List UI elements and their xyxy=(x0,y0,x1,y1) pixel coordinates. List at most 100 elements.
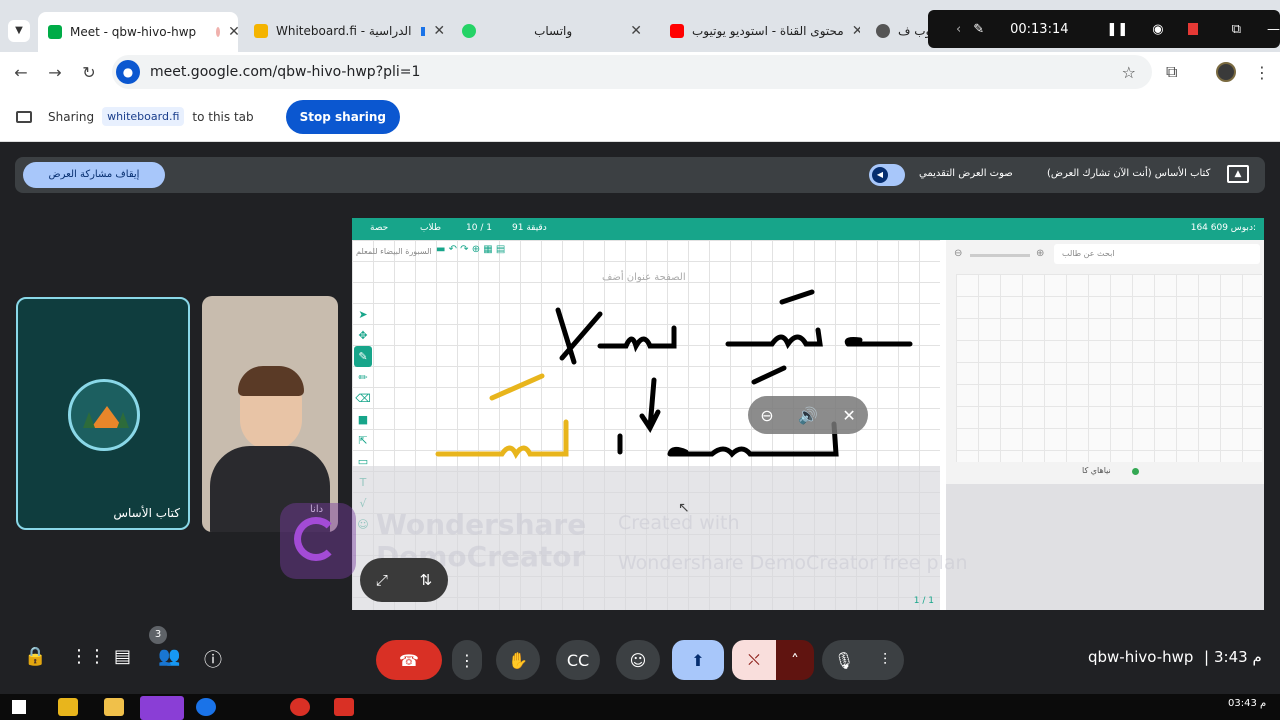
student-search-input[interactable]: ابحث عن طالب xyxy=(1054,244,1260,264)
participants-icon[interactable]: 👥 xyxy=(158,646,180,667)
screen-recorder-toolbar: ‹ ✎ 00:13:14 ❚❚ ◉ ⧉ — xyxy=(928,10,1280,48)
presentation-status-bar: إيقاف مشاركة العرض ◀ صوت العرض التقديمي … xyxy=(15,157,1265,193)
tab-youtube-studio[interactable]: محتوى القناة - استوديو يوتيوب ✕ xyxy=(660,14,860,48)
captions-icon: CC xyxy=(566,650,590,670)
tab-whiteboard[interactable]: Whiteboard.fi - الدراسية ✕ xyxy=(244,14,444,48)
back-arrow-icon[interactable]: ← xyxy=(4,63,38,82)
minus-circle-icon[interactable]: ⊖ xyxy=(760,406,773,425)
minimize-window-icon[interactable]: ⧉ xyxy=(1232,22,1241,37)
student-hair xyxy=(238,366,304,396)
watermark-created-line2: Wondershare DemoCreator free plan xyxy=(618,552,968,574)
present-upload-icon[interactable]: ▲ xyxy=(1227,165,1249,183)
pin-info: 164 609 دبوس: xyxy=(1190,223,1256,233)
presenter-status-text: كتاب الأساس (أنت الآن تشارك العرض) xyxy=(1047,168,1211,179)
taskbar-app-icon[interactable] xyxy=(290,698,310,716)
swap-vertical-icon[interactable]: ⇅ xyxy=(420,571,433,589)
tab-search-chevron-icon[interactable]: ▼ xyxy=(8,20,30,42)
student-online-dot-icon xyxy=(1132,468,1139,475)
stop-record-icon[interactable] xyxy=(1187,23,1198,35)
recording-timer: 00:13:14 xyxy=(1010,21,1069,37)
students-menu[interactable]: طلاب xyxy=(420,223,441,233)
zoom-out-icon[interactable]: ⊖ xyxy=(954,248,962,259)
participant-tile-self[interactable]: كتاب الأساس xyxy=(16,297,190,530)
close-tab-icon[interactable]: ✕ xyxy=(220,24,238,40)
stop-sharing-button[interactable]: Stop sharing xyxy=(285,99,400,134)
meeting-code: qbw-hivo-hwp xyxy=(1088,648,1194,666)
profile-avatar[interactable] xyxy=(1216,62,1236,82)
meeting-info-icon[interactable]: ⓘ xyxy=(204,646,222,672)
student-boards-pane: ⊖ ⊕ ابحث عن طالب نياهاي كا xyxy=(946,240,1264,610)
url-omnibox[interactable]: ● meet.google.com/qbw-hivo-hwp?pli=1 ☆ xyxy=(112,55,1152,89)
presentation-audio-toggle[interactable]: ◀ xyxy=(869,164,905,186)
meeting-controls-bar: 🔒 ⋮⋮ ▤ 👥 3 ⓘ ☎ ⋮ ✋ CC ☺ ⬆ ⛌ ˄ 🎙 ⫶ qbw-hi… xyxy=(0,626,1280,680)
leave-call-button[interactable]: ☎ xyxy=(376,640,442,680)
sharing-site-chip: whiteboard.fi xyxy=(102,107,185,126)
raise-hand-button[interactable]: ✋ xyxy=(496,640,540,680)
tab-meet[interactable]: Meet - qbw-hivo-hwp ✕ xyxy=(38,12,238,52)
student-count: 10 / 1 xyxy=(466,223,492,233)
start-button-icon[interactable] xyxy=(12,700,26,714)
ink-stroke-x xyxy=(555,307,603,365)
whatsapp-icon xyxy=(462,24,476,38)
pen-icon[interactable]: ✎ xyxy=(973,22,984,37)
camera-off-icon: ⛌ xyxy=(748,650,760,669)
camera-record-icon[interactable]: ◉ xyxy=(1152,22,1163,37)
sharing-prefix: Sharing xyxy=(48,109,95,124)
tab-whatsapp[interactable]: واتساب ✕ xyxy=(452,14,652,48)
shared-screen-whiteboard[interactable]: حصة طلاب 10 / 1 91 دقيقة 164 609 دبوس: ا… xyxy=(352,218,1264,610)
reactions-button[interactable]: ☺ xyxy=(616,640,660,680)
audio-level-button[interactable]: ⫶ xyxy=(866,640,904,680)
present-now-button[interactable]: ⬆ xyxy=(672,640,724,680)
captions-button[interactable]: CC xyxy=(556,640,600,680)
unpin-icon[interactable]: ✕ xyxy=(842,406,855,425)
sharing-monitor-icon xyxy=(16,110,32,123)
close-tab-icon[interactable]: ✕ xyxy=(425,23,444,39)
microphone-indicator-icon[interactable]: ● xyxy=(116,60,140,84)
speaker-icon: ◀ xyxy=(872,167,888,183)
chat-icon[interactable]: ▤ xyxy=(114,646,131,667)
tab-other[interactable]: طلوب ف xyxy=(866,14,936,48)
apps-grid-icon[interactable]: ⋮⋮ xyxy=(70,646,106,667)
participants-count-badge: 3 xyxy=(149,626,167,644)
microphone-button[interactable]: 🎙 xyxy=(822,640,866,680)
zoom-in-icon[interactable]: ⊕ xyxy=(1036,248,1044,259)
student-board-thumbnail[interactable] xyxy=(956,274,1262,462)
google-meet-icon xyxy=(48,25,62,39)
expand-icon[interactable]: ⤢ xyxy=(376,571,388,589)
os-taskbar: 03:43 م xyxy=(0,694,1280,720)
mini-player-controls: ⤢ ⇅ xyxy=(360,558,448,602)
taskbar-app-icon[interactable] xyxy=(140,696,184,720)
collapse-chevron-icon[interactable]: ‹ xyxy=(956,22,961,37)
camera-options-chevron[interactable]: ˄ xyxy=(776,640,814,680)
camera-off-button[interactable]: ⛌ xyxy=(732,640,776,680)
hand-icon: ✋ xyxy=(508,650,528,670)
tab-sharing-infobar: Sharing whiteboard.fi to this tab Stop s… xyxy=(0,92,1280,142)
taskbar-app-icon[interactable] xyxy=(58,698,78,716)
ink-stroke-down-arrow xyxy=(639,377,661,433)
volume-icon[interactable]: 🔊 xyxy=(798,406,818,425)
reload-icon[interactable]: ↻ xyxy=(72,63,106,82)
taskbar-app-icon[interactable] xyxy=(334,698,354,716)
host-controls-lock-icon[interactable]: 🔒 xyxy=(24,646,46,667)
more-menu-icon[interactable]: ⋮ xyxy=(1254,63,1270,82)
close-tab-icon[interactable]: ✕ xyxy=(622,23,642,39)
session-menu[interactable]: حصة xyxy=(370,223,388,233)
bookmark-star-icon[interactable]: ☆ xyxy=(1122,63,1136,82)
more-vertical-icon: ⋮ xyxy=(459,650,475,670)
ink-stroke-kaf-accent xyxy=(751,365,787,385)
extensions-icon[interactable]: ⧉ xyxy=(1166,62,1177,82)
more-options-button[interactable]: ⋮ xyxy=(452,640,482,680)
close-tab-icon[interactable]: ✕ xyxy=(844,23,860,39)
forward-arrow-icon[interactable]: → xyxy=(38,63,72,82)
pause-icon[interactable]: ❚❚ xyxy=(1107,22,1129,37)
participant-tile-student[interactable]: دانا xyxy=(202,296,338,532)
taskbar-app-icon[interactable] xyxy=(196,698,216,716)
stop-presenting-button[interactable]: إيقاف مشاركة العرض xyxy=(23,162,165,188)
ink-stroke-tail-right xyxy=(844,337,913,347)
window-minimize-icon[interactable]: — xyxy=(1267,22,1280,37)
emoji-icon: ☺ xyxy=(629,650,647,670)
tab-title: واتساب xyxy=(534,24,573,38)
whiteboard-fi-icon xyxy=(254,24,268,38)
taskbar-app-icon[interactable] xyxy=(104,698,124,716)
zoom-slider[interactable] xyxy=(970,254,1030,257)
